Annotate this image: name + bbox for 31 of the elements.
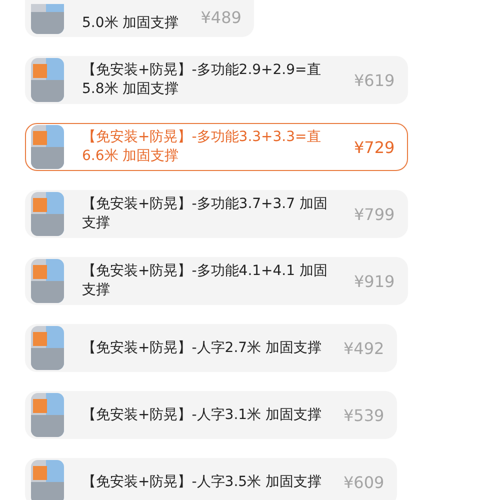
option-title: 【免安装+防晃】-多功能2.9+2.9=直5.8米 加固支撑	[82, 61, 322, 99]
option-title: 【免安装+防晃】-人字3.1米 加固支撑	[82, 406, 322, 424]
option-chip[interactable]: 【免安装+防晃】-多功能3.7+3.7 加固支撑 ¥799	[25, 190, 408, 238]
option-chip[interactable]: 5.0米 加固支撑 ¥489	[25, 0, 254, 37]
option-price: ¥609	[344, 472, 384, 492]
product-thumbnail	[31, 58, 64, 102]
product-thumbnail	[31, 125, 64, 169]
option-price: ¥489	[200, 8, 242, 26]
product-thumbnail	[31, 259, 64, 303]
product-thumbnail	[31, 393, 64, 437]
product-thumbnail	[31, 460, 64, 500]
option-title: 5.0米 加固支撑	[82, 14, 179, 33]
option-price: ¥919	[354, 272, 395, 290]
option-title: 【免安装+防晃】-多功能3.7+3.7 加固支撑	[82, 195, 328, 233]
option-title: 【免安装+防晃】-人字3.5米 加固支撑	[82, 472, 322, 492]
option-price: ¥729	[354, 138, 395, 156]
option-price: ¥619	[354, 70, 395, 90]
option-chip[interactable]: 【免安装+防晃】-多功能4.1+4.1 加固支撑 ¥919	[25, 257, 408, 305]
product-thumbnail	[31, 192, 64, 236]
option-price: ¥799	[354, 204, 395, 224]
option-price: ¥539	[344, 406, 384, 424]
option-chip[interactable]: 【免安装+防晃】-人字3.5米 加固支撑 ¥609	[25, 458, 398, 500]
option-chip[interactable]: 【免安装+防晃】-人字3.1米 加固支撑 ¥539	[25, 391, 398, 439]
option-chip[interactable]: 【免安装+防晃】-多功能2.9+2.9=直5.8米 加固支撑 ¥619	[25, 56, 408, 104]
option-title: 【免安装+防晃】-多功能4.1+4.1 加固支撑	[82, 262, 328, 300]
option-chip[interactable]: 【免安装+防晃】-人字2.7米 加固支撑 ¥492	[25, 324, 398, 372]
option-title: 【免安装+防晃】-人字2.7米 加固支撑	[82, 338, 322, 358]
option-price: ¥492	[344, 338, 384, 358]
product-thumbnail	[31, 4, 64, 34]
option-title: 【免安装+防晃】-多功能3.3+3.3=直6.6米 加固支撑	[82, 128, 322, 166]
product-thumbnail	[31, 326, 64, 370]
